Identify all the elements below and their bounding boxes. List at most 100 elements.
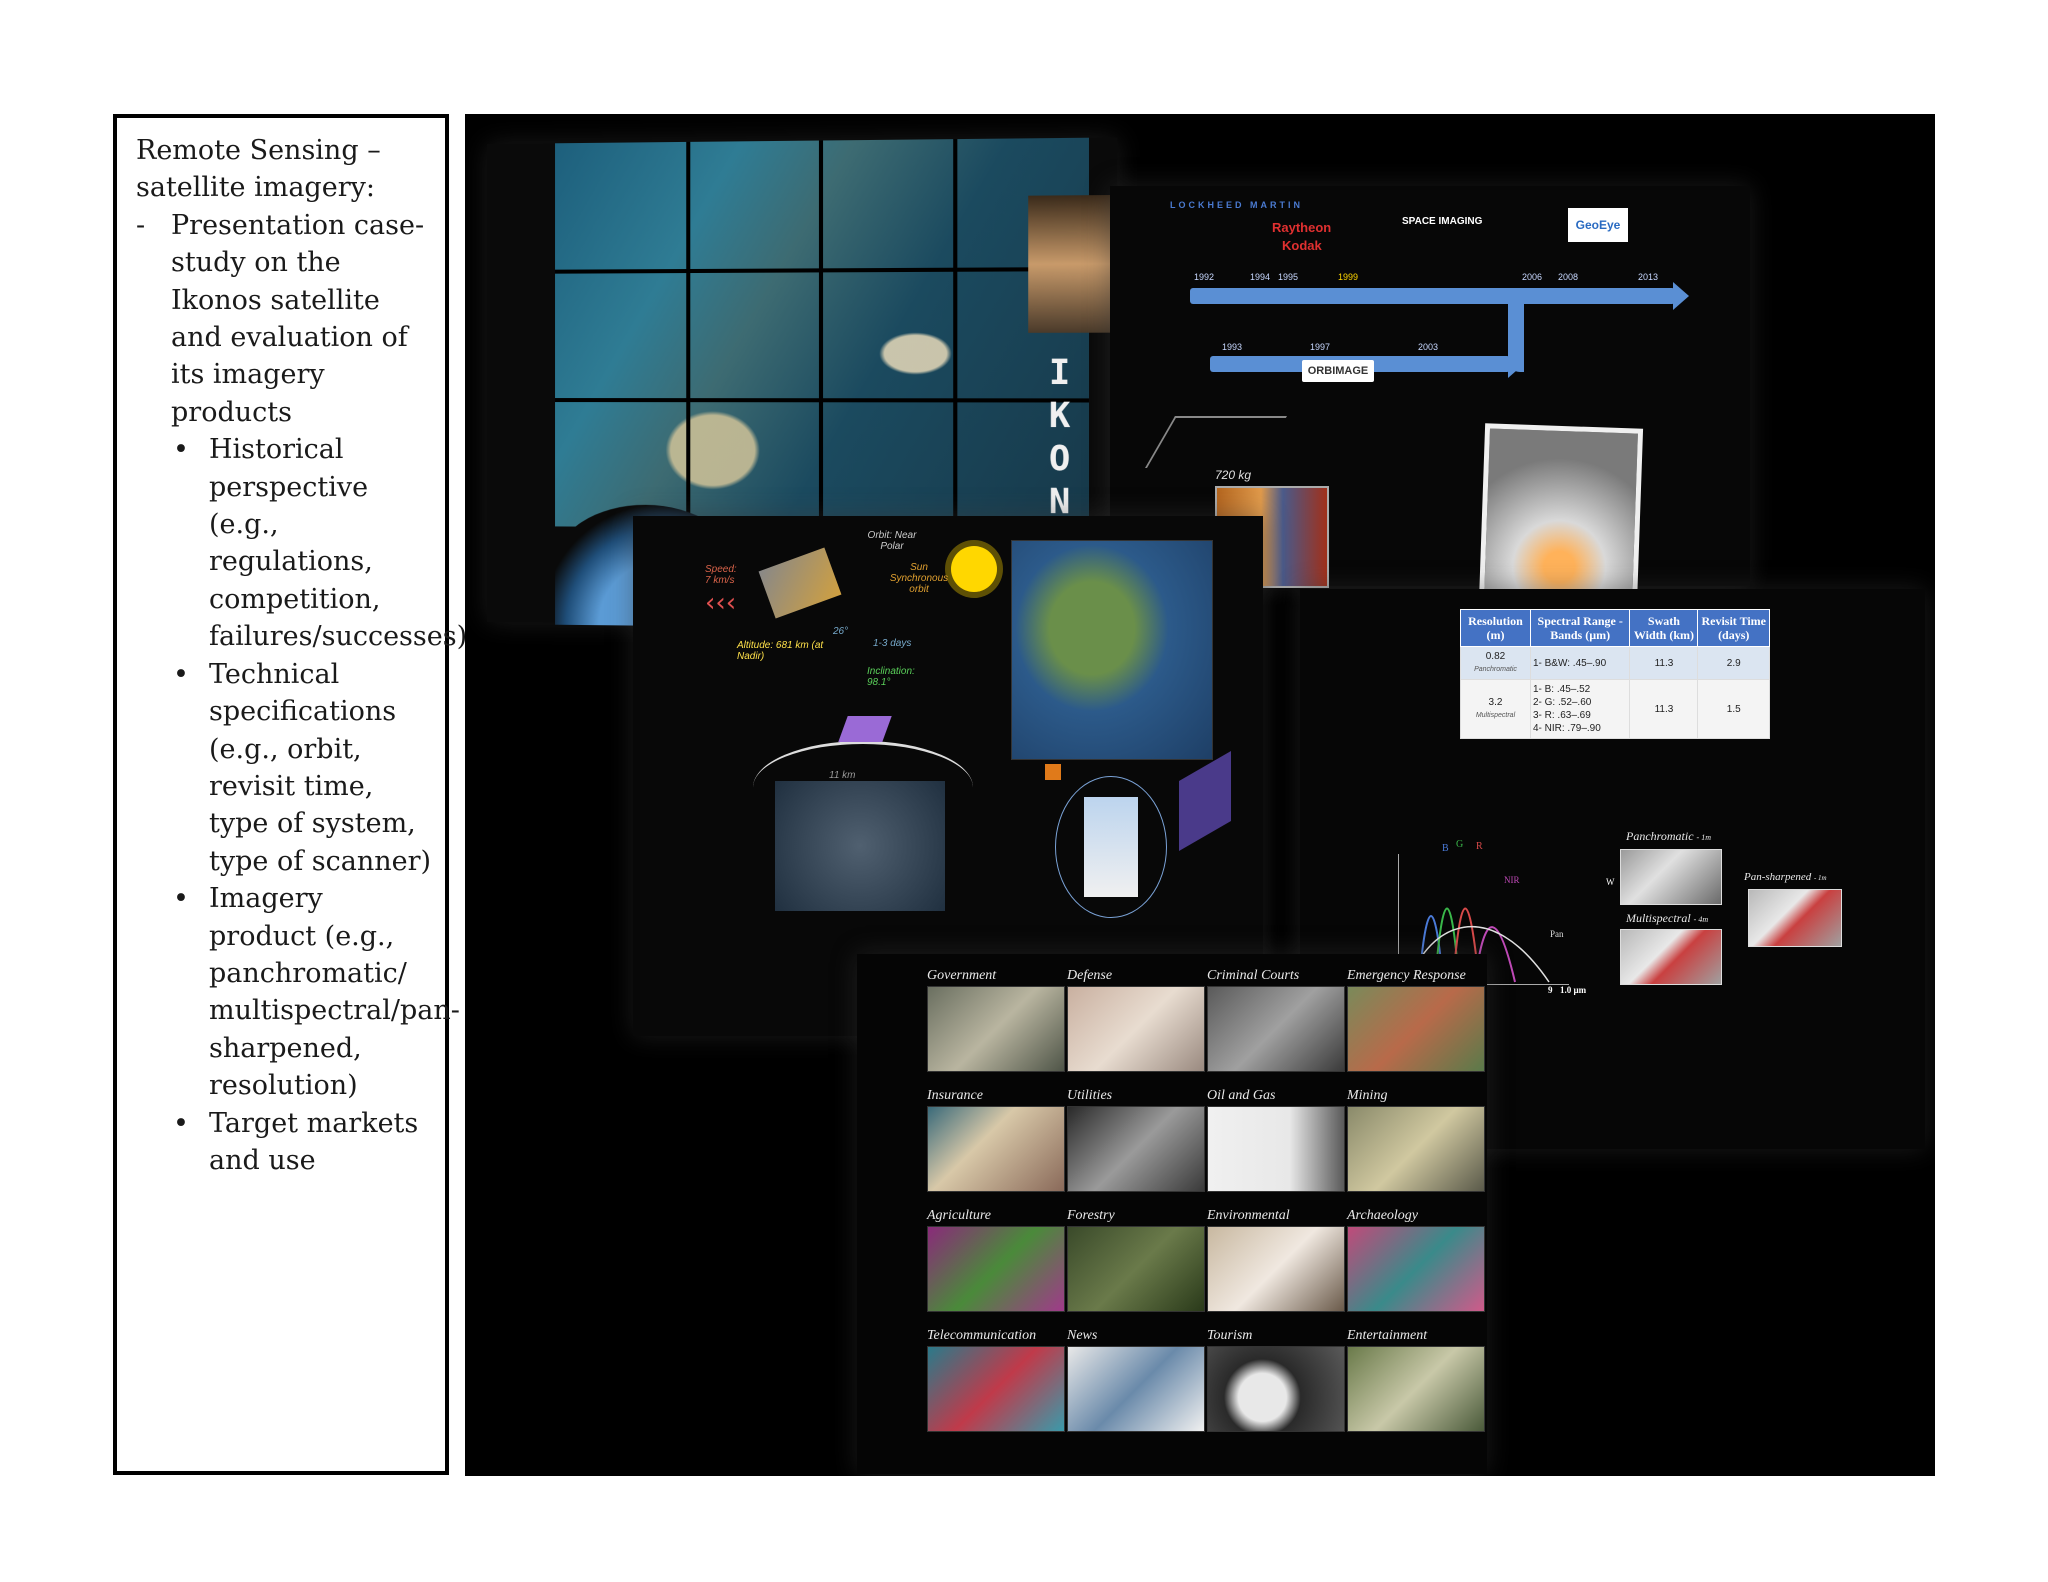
band-b-label: B [1442,843,1449,854]
market-name: Emergency Response [1347,968,1466,983]
market-tile: Environmental [1207,1206,1345,1312]
band-nir-label: NIR [1504,875,1520,885]
resolution-value: 0.82 [1485,651,1506,662]
market-image [1347,1226,1485,1312]
timeline-year: 1995 [1278,272,1299,282]
market-tile: Defense [1067,966,1205,1072]
timeline-year: 1994 [1250,272,1271,282]
band-pan-label: Pan [1550,929,1564,939]
market-name: News [1067,1328,1098,1343]
market-tile: Tourism [1207,1326,1345,1432]
swath-label: 11 km [829,770,856,781]
kodak-icon [1045,764,1061,780]
market-name: Oil and Gas [1207,1088,1276,1103]
market-tile: Oil and Gas [1207,1086,1345,1192]
market-tile: Entertainment [1347,1326,1485,1432]
market-image [1347,1106,1485,1192]
inclination-label: Inclination: 98.1° [867,666,915,688]
timeline-year: 2003 [1418,342,1439,352]
pan-res: - 1m [1696,833,1711,842]
axis-unit: 1.0 µm [1560,985,1587,995]
satellite-mass: 720 kg [1215,468,1252,482]
market-tile: Criminal Courts [1207,966,1345,1072]
multi-res: - 4m [1693,915,1709,924]
market-tile: Forestry [1067,1206,1205,1312]
market-name: Archaeology [1347,1208,1419,1223]
table-cell: 11.3 [1629,679,1699,739]
market-name: Agriculture [927,1208,992,1223]
market-tile: Archaeology [1347,1206,1485,1312]
scanner-plane [1179,750,1231,852]
market-tile: Emergency Response [1347,966,1485,1072]
bullet-marker: • [173,434,189,466]
market-name: Entertainment [1347,1328,1428,1343]
table-cell: 0.82 Panchromatic [1460,646,1531,680]
bullet-level2: • Target markets and use [136,1105,437,1180]
resolution-value: 3.2 [1488,697,1503,708]
pansharp-label-text: Pan-sharpened [1744,871,1812,883]
multi-label-text: Multispectral [1626,911,1691,925]
pan-label-text: Panchromatic [1626,829,1694,843]
text-box-title: Remote Sensing – satellite imagery: [136,135,381,204]
bullet-text: Target markets and use [209,1107,419,1176]
bullet-text: Technical specifications (e.g., orbit, r… [209,658,432,877]
timeline-year: 1999 [1338,272,1359,282]
timeline-year: 2008 [1558,272,1579,282]
bullet-level2: • Historical perspective (e.g., regulati… [136,431,467,655]
header-cell: Swath Width (km) [1629,609,1699,647]
table-cell: 1- B: .45–.52 2- G: .52–.60 3- R: .63–.6… [1529,679,1631,739]
spec-table-header: Resolution (m) Spectral Range - Bands (µ… [1460,609,1770,647]
market-name: Utilities [1067,1088,1113,1103]
multi-thumbnail [1620,929,1722,985]
pansharp-res: - 1m [1813,874,1827,882]
orbit-label: Orbit: Near Polar [867,530,917,552]
header-cell: Revisit Time (days) [1697,609,1770,647]
pansharp-label: Pan-sharpened - 1m [1744,871,1827,883]
market-image [1067,1226,1205,1312]
market-name: Tourism [1207,1328,1253,1343]
market-image [927,1106,1065,1192]
market-image [927,1346,1065,1432]
portrait-image [1028,195,1113,333]
geoeye-logo: GeoEye [1568,208,1628,242]
timeline-arrow-top [1190,282,1689,310]
slide-montage: IKONOS LOCKHEED MARTIN Raytheon Kodak SP… [465,114,1935,1476]
timeline-year: 1993 [1222,342,1243,352]
table-cell: 2.9 [1697,646,1770,680]
market-image [1207,1346,1345,1432]
orbimage-logo: ORBIMAGE [1302,360,1374,382]
spec-table: Resolution (m) Spectral Range - Bands (µ… [1460,609,1770,739]
table-cell: 1.5 [1697,679,1770,739]
world-map-image [1011,540,1213,760]
timeline-year: 2013 [1638,272,1659,282]
speed-label: Speed: 7 km/s [705,564,737,586]
header-cell: Resolution (m) [1460,609,1531,647]
table-row: 0.82 Panchromatic 1- B&W: .45–.90 11.3 2.… [1460,646,1770,680]
table-cell: 3.2 Multispectral [1460,679,1531,739]
image-grid-lines [555,137,1090,530]
angle-label: 26° [833,626,849,637]
market-image [1067,1106,1205,1192]
timeline-merge [1508,290,1524,372]
satellite-sketch-icon [1144,416,1288,468]
bullet-level1: - Presentation case-study on the Ikonos … [136,207,437,431]
kodak-logo: Kodak [1282,238,1322,253]
telescope-body [1084,797,1138,897]
axis-tick: 9 [1548,985,1553,995]
bullet-marker: • [173,883,189,915]
lockheed-logo: LOCKHEED MARTIN [1170,200,1303,210]
market-image [927,1226,1065,1312]
market-image [1347,1346,1485,1432]
band-w-label: W [1606,877,1615,887]
band-g-label: G [1456,839,1464,850]
market-tile: News [1067,1326,1205,1432]
bullet-text: Historical perspective (e.g., regulation… [209,434,468,653]
market-tile: Mining [1347,1086,1485,1192]
resolution-sub: Multispectral [1475,712,1516,719]
telescope-diagram [1055,776,1167,918]
text-box: Remote Sensing – satellite imagery: - Pr… [113,114,467,1475]
pan-thumbnail [1620,849,1722,905]
table-row: 3.2 Multispectral 1- B: .45–.52 2- G: .52… [1460,679,1770,739]
market-image [1347,986,1485,1072]
pan-label: Panchromatic - 1m [1626,829,1711,844]
